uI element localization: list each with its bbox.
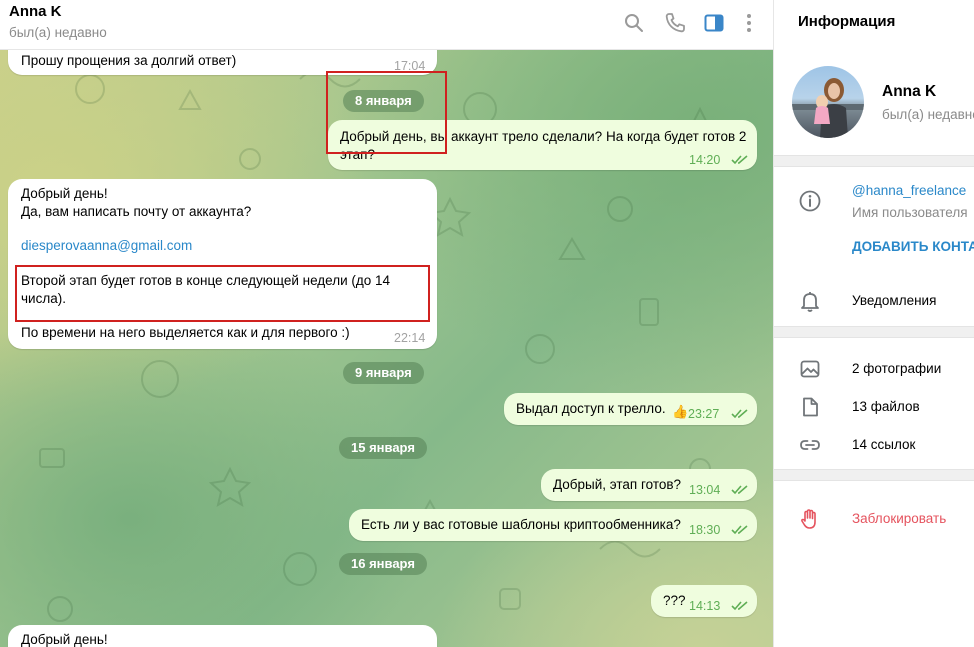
username-label: Имя пользователя: [852, 205, 968, 220]
read-check-icon: [731, 155, 748, 165]
message-text: Добрый, этап готов?: [553, 477, 682, 492]
sidebar-toggle-icon[interactable]: [702, 11, 726, 35]
search-icon[interactable]: [622, 11, 646, 35]
read-check-icon: [731, 485, 748, 495]
block-button[interactable]: Заблокировать: [852, 511, 946, 526]
notifications-label[interactable]: Уведомления: [852, 293, 936, 308]
date-separator: 16 января: [339, 553, 427, 575]
annotation-box-overlay: [326, 71, 447, 154]
more-vertical-icon[interactable]: [737, 11, 761, 35]
info-icon: [799, 190, 821, 212]
message-text: Добрый день!: [21, 632, 108, 647]
message-incoming[interactable]: Добрый день!: [8, 625, 437, 647]
chat-header-top: Anna K был(а) недавно: [0, 0, 773, 50]
message-time: 14:13: [689, 599, 721, 613]
message-time: 14:20: [689, 153, 721, 167]
divider: [774, 155, 974, 167]
chat-status: был(а) недавно: [9, 25, 107, 40]
message-outgoing[interactable]: ??? 14:13: [651, 585, 757, 617]
file-icon: [803, 397, 818, 417]
photos-count[interactable]: 2 фотографии: [852, 361, 941, 376]
chat-pane: Anna K был(а) недавно: [0, 0, 773, 647]
message-time: 22:14: [394, 331, 426, 345]
info-panel: Информация Anna K был(а) недавно @hanna_…: [773, 0, 974, 647]
files-count[interactable]: 13 файлов: [852, 399, 920, 414]
avatar[interactable]: [792, 66, 864, 138]
message-incoming[interactable]: Добрый день! Да, вам написать почту от а…: [8, 179, 437, 349]
read-check-icon: [731, 601, 748, 611]
message-outgoing[interactable]: Добрый, этап готов? 13:04: [541, 469, 757, 501]
read-check-icon: [731, 525, 748, 535]
photo-icon: [800, 360, 820, 378]
message-text-line: Добрый день!: [21, 186, 108, 201]
divider: [774, 326, 974, 338]
username-link[interactable]: @hanna_freelance: [852, 183, 966, 198]
message-text-line: По времени на него выделяется как и для …: [21, 325, 350, 340]
message-outgoing[interactable]: Выдал доступ к трелло. 👍 23:27: [504, 393, 757, 425]
email-link[interactable]: diesperovaanna@gmail.com: [21, 237, 192, 255]
add-contact-button[interactable]: ДОБАВИТЬ КОНТАКТ: [852, 239, 974, 254]
date-separator: 15 января: [339, 437, 427, 459]
avatar-photo: [792, 78, 864, 138]
message-time: 18:30: [689, 523, 721, 537]
message-text: ???: [663, 593, 686, 608]
phone-icon[interactable]: [663, 11, 687, 35]
message-text: Прошу прощения за долгий ответ): [21, 53, 237, 68]
message-outgoing[interactable]: Есть ли у вас готовые шаблоны криптообме…: [349, 509, 757, 541]
message-text-line: Да, вам написать почту от аккаунта?: [21, 204, 252, 219]
annotation-box: [15, 265, 430, 322]
block-hand-icon: [801, 509, 816, 529]
message-time: 23:27: [688, 407, 720, 421]
message-text: Выдал доступ к трелло.: [516, 401, 666, 416]
link-icon: [800, 440, 820, 450]
message-text: Есть ли у вас готовые шаблоны криптообме…: [361, 517, 681, 532]
chat-title[interactable]: Anna K: [9, 3, 62, 20]
links-count[interactable]: 14 ссылок: [852, 437, 915, 452]
contact-status: был(а) недавно: [882, 107, 974, 122]
message-time: 13:04: [689, 483, 721, 497]
info-title: Информация: [798, 13, 896, 30]
date-separator: 9 января: [343, 362, 424, 384]
contact-name: Anna K: [882, 83, 937, 100]
divider: [774, 469, 974, 481]
thumbs-up-icon: 👍: [672, 404, 689, 419]
read-check-icon: [731, 409, 748, 419]
bell-icon: [801, 292, 819, 312]
